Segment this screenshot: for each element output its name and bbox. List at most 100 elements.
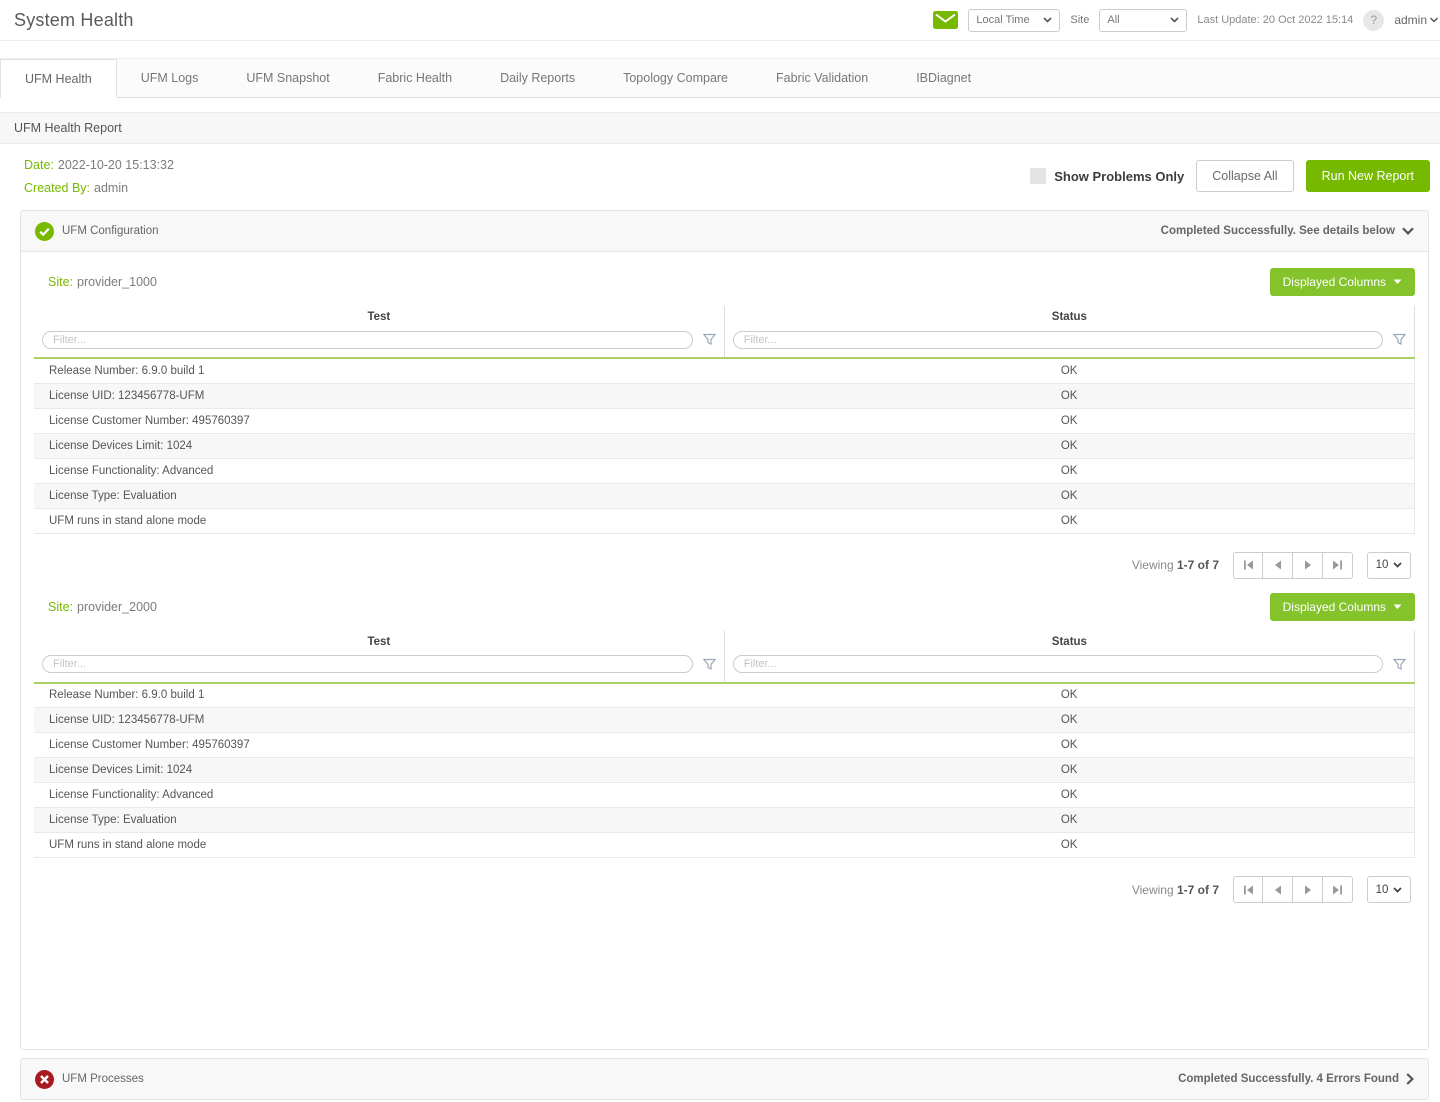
table-header-row: Test Status: [34, 306, 1415, 328]
filter-funnel-icon[interactable]: [703, 658, 716, 671]
test-cell: License Customer Number: 495760397: [34, 733, 724, 758]
topbar-right: Local Time Site All Last Update: 20 Oct …: [932, 9, 1434, 32]
site-label: Site:: [48, 600, 73, 614]
site-section-provider-2000: Site:provider_2000 Displayed Columns Tes…: [34, 593, 1415, 904]
tab-bar: UFM Health UFM Logs UFM Snapshot Fabric …: [0, 58, 1440, 98]
column-header-test[interactable]: Test: [34, 631, 724, 653]
test-cell: License UID: 123456778-UFM: [34, 383, 724, 408]
status-cell: OK: [724, 733, 1414, 758]
filter-funnel-icon[interactable]: [1393, 658, 1406, 671]
collapse-all-button[interactable]: Collapse All: [1196, 160, 1293, 192]
displayed-columns-button[interactable]: Displayed Columns: [1270, 268, 1415, 296]
time-select[interactable]: Local Time: [968, 9, 1060, 32]
test-cell: License Type: Evaluation: [34, 483, 724, 508]
site-name: provider_1000: [77, 275, 157, 289]
test-cell: License Devices Limit: 1024: [34, 758, 724, 783]
next-page-button[interactable]: [1293, 552, 1323, 579]
next-page-button[interactable]: [1293, 876, 1323, 903]
test-filter-input[interactable]: [42, 331, 693, 349]
first-page-button[interactable]: [1233, 552, 1263, 579]
previous-page-button[interactable]: [1263, 876, 1293, 903]
status-filter-input[interactable]: [733, 331, 1383, 349]
tab-daily-reports[interactable]: Daily Reports: [476, 59, 599, 97]
column-header-test[interactable]: Test: [34, 306, 724, 328]
table-body: Release Number: 6.9.0 build 1OKLicense U…: [34, 683, 1415, 858]
table-row: License Customer Number: 495760397OK: [34, 733, 1415, 758]
mail-icon[interactable]: [932, 11, 958, 30]
user-menu[interactable]: admin: [1394, 13, 1438, 27]
status-cell: OK: [724, 508, 1414, 533]
date-label: Date:: [24, 158, 54, 172]
tab-ufm-logs[interactable]: UFM Logs: [117, 59, 223, 97]
column-header-status[interactable]: Status: [724, 306, 1414, 328]
last-page-button[interactable]: [1323, 552, 1353, 579]
filter-funnel-icon[interactable]: [703, 333, 716, 346]
displayed-columns-button[interactable]: Displayed Columns: [1270, 593, 1415, 621]
tab-fabric-validation[interactable]: Fabric Validation: [752, 59, 892, 97]
report-meta: Date:2022-10-20 15:13:32 Created By:admi…: [24, 158, 174, 204]
pagination: Viewing 1-7 of 7 10: [34, 552, 1411, 579]
caret-down-icon: [1393, 887, 1402, 893]
health-table: Test Status: [34, 306, 1415, 534]
last-update-text: Last Update: 20 Oct 2022 15:14: [1197, 14, 1353, 26]
tab-ufm-health[interactable]: UFM Health: [0, 59, 117, 98]
filter-funnel-icon[interactable]: [1393, 333, 1406, 346]
page-size-select[interactable]: 10: [1367, 552, 1411, 579]
last-page-button[interactable]: [1323, 876, 1353, 903]
panel-title: UFM Processes: [62, 1073, 144, 1085]
show-problems-checkbox[interactable]: [1030, 168, 1046, 184]
panel-status-text: Completed Successfully. See details belo…: [1161, 225, 1395, 237]
ufm-configuration-panel: UFM Configuration Completed Successfully…: [20, 210, 1429, 1050]
chevron-down-icon[interactable]: [1402, 227, 1414, 235]
status-cell: OK: [724, 408, 1414, 433]
status-cell: OK: [724, 833, 1414, 858]
ufm-processes-panel: UFM Processes Completed Successfully. 4 …: [20, 1058, 1429, 1100]
ufm-processes-panel-header[interactable]: UFM Processes Completed Successfully. 4 …: [21, 1059, 1428, 1099]
page-title: System Health: [14, 10, 134, 31]
panel-header-left: UFM Configuration: [35, 222, 159, 241]
status-cell: OK: [724, 383, 1414, 408]
help-icon[interactable]: ?: [1363, 10, 1384, 31]
created-by-value: admin: [94, 181, 128, 195]
site-select[interactable]: All: [1099, 9, 1187, 32]
status-filter-input[interactable]: [733, 655, 1383, 673]
top-bar: System Health Local Time Site All Last U…: [0, 0, 1440, 41]
status-cell: OK: [724, 458, 1414, 483]
page-size-select[interactable]: 10: [1367, 876, 1411, 903]
site-row: Site: provider_1000 Displayed Columns: [48, 268, 1415, 296]
table-row: License Functionality: AdvancedOK: [34, 458, 1415, 483]
error-circle-icon: [35, 1070, 54, 1089]
tab-topology-compare[interactable]: Topology Compare: [599, 59, 752, 97]
previous-page-button[interactable]: [1263, 552, 1293, 579]
test-filter-input[interactable]: [42, 655, 693, 673]
chevron-right-icon[interactable]: [1406, 1073, 1414, 1085]
tab-ufm-snapshot[interactable]: UFM Snapshot: [222, 59, 353, 97]
column-header-status[interactable]: Status: [724, 631, 1414, 653]
time-select-value: Local Time: [976, 14, 1029, 26]
test-filter: [42, 655, 716, 673]
created-by-label: Created By:: [24, 181, 90, 195]
site-select-value: All: [1107, 14, 1119, 26]
filter-row: [34, 653, 1415, 683]
test-cell: License Type: Evaluation: [34, 808, 724, 833]
first-page-button[interactable]: [1233, 876, 1263, 903]
tab-ibdiagnet[interactable]: IBDiagnet: [892, 59, 995, 97]
test-cell: UFM runs in stand alone mode: [34, 833, 724, 858]
caret-down-icon: [1043, 17, 1052, 23]
status-filter: [733, 655, 1406, 673]
panel-title: UFM Configuration: [62, 225, 159, 237]
status-cell: OK: [724, 758, 1414, 783]
test-cell: License Devices Limit: 1024: [34, 433, 724, 458]
test-cell: License UID: 123456778-UFM: [34, 708, 724, 733]
test-filter: [42, 331, 716, 349]
run-new-report-button[interactable]: Run New Report: [1306, 160, 1430, 192]
tab-fabric-health[interactable]: Fabric Health: [354, 59, 476, 97]
test-cell: License Customer Number: 495760397: [34, 408, 724, 433]
page-size-value: 10: [1376, 559, 1389, 571]
site-kv: Site:provider_2000: [48, 600, 157, 614]
displayed-columns-label: Displayed Columns: [1283, 275, 1386, 289]
site-label: Site:: [48, 275, 73, 289]
ufm-configuration-panel-header[interactable]: UFM Configuration Completed Successfully…: [21, 211, 1428, 251]
report-controls: Show Problems Only Collapse All Run New …: [1030, 158, 1430, 192]
table-row: UFM runs in stand alone modeOK: [34, 833, 1415, 858]
